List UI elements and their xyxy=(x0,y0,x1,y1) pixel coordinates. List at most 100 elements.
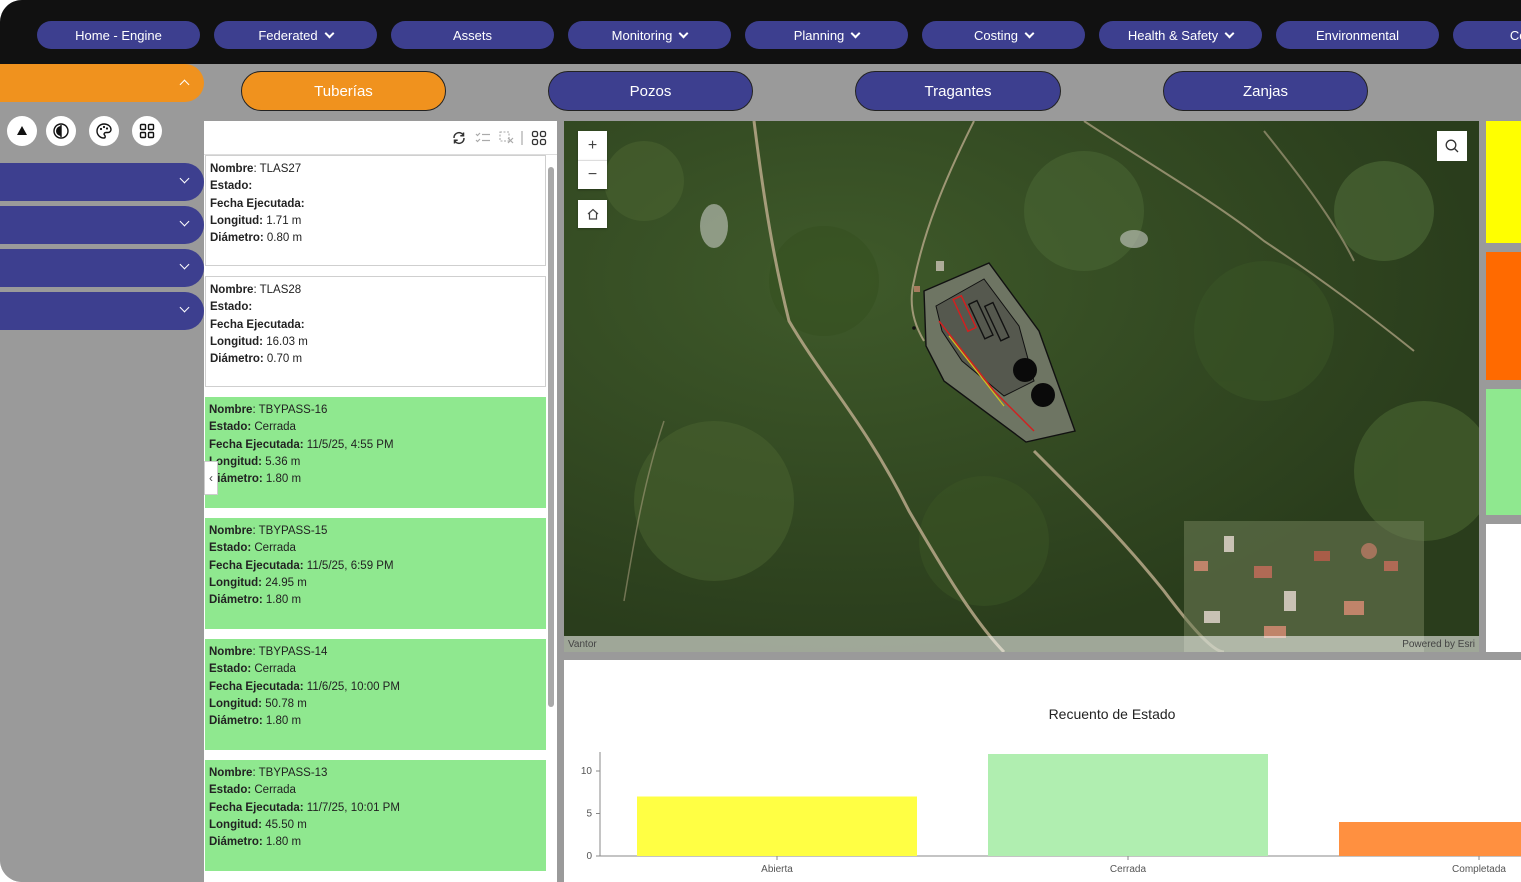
bar-completada[interactable] xyxy=(1339,822,1521,856)
field-label: Estado: xyxy=(210,301,253,314)
field-label: Estado: xyxy=(209,542,252,555)
sidebar xyxy=(0,64,204,882)
field-diametro: Diámetro: 1.80 m xyxy=(209,592,542,609)
list-item[interactable]: Nombre: TBYPASS-15 Estado: Cerrada Fecha E… xyxy=(205,518,546,629)
nav-planning[interactable]: Planning xyxy=(745,21,908,49)
nav-label: Environmental xyxy=(1315,27,1400,43)
field-label: Fecha Ejecutada: xyxy=(210,318,305,331)
zoom-in-button[interactable]: + xyxy=(578,131,607,160)
zoom-out-button[interactable]: − xyxy=(578,160,607,189)
field-longitud: Longitud: 5.36 m xyxy=(209,454,542,471)
field-value: 0.70 m xyxy=(266,353,303,366)
nav-health-safety[interactable]: Health & Safety xyxy=(1099,21,1262,49)
field-fecha: Fecha Ejecutada: 11/5/25, 6:59 PM xyxy=(209,558,542,575)
nav-label: Health & Safety xyxy=(1127,27,1219,43)
nav-label: Assets xyxy=(452,27,492,43)
nav-costing[interactable]: Costing xyxy=(922,21,1085,49)
field-diametro: Diámetro: 1.80 m xyxy=(209,471,542,488)
list-item[interactable]: Nombre: TBYPASS-16 Estado: Cerrada Fecha E… xyxy=(205,397,546,508)
map-search-button[interactable] xyxy=(1437,131,1467,161)
select-all-icon[interactable] xyxy=(474,128,492,148)
tab-tuberias[interactable]: Tuberías xyxy=(241,71,446,111)
tab-zanjas[interactable]: Zanjas xyxy=(1163,71,1368,111)
field-nombre: Nombre: TBYPASS-15 xyxy=(209,525,328,537)
nav-environmental[interactable]: Environmental xyxy=(1276,21,1439,49)
status-panel-abierta[interactable] xyxy=(1486,121,1521,243)
nav-contract[interactable]: Contract xyxy=(1453,21,1521,49)
field-label: Estado: xyxy=(209,663,252,676)
field-value: TLAS27 xyxy=(259,163,302,175)
refresh-icon[interactable] xyxy=(450,128,468,148)
attribution-powered-by: Powered by Esri xyxy=(1402,638,1475,650)
list-item[interactable]: Nombre: TBYPASS-13 Estado: Cerrada Fecha E… xyxy=(205,760,546,871)
clear-selection-icon[interactable] xyxy=(498,128,516,148)
status-panel-none[interactable] xyxy=(1486,524,1521,652)
status-panel-completada[interactable] xyxy=(1486,252,1521,380)
chevron-down-icon xyxy=(850,28,861,38)
field-fecha: Fecha Ejecutada: 11/6/25, 10:00 PM xyxy=(209,679,542,696)
list-toolbar xyxy=(204,121,557,155)
toolbar-divider xyxy=(520,128,524,148)
list-item[interactable]: Nombre: TBYPASS-14 Estado: Cerrada Fecha E… xyxy=(205,639,546,750)
field-label: Nombre xyxy=(209,525,253,537)
tab-tragantes[interactable]: Tragantes xyxy=(855,71,1061,111)
chevron-down-icon xyxy=(678,28,689,38)
field-label: Fecha Ejecutada: xyxy=(210,197,305,210)
field-value: 1.80 m xyxy=(265,473,302,486)
field-estado: Estado: Cerrada xyxy=(209,419,542,436)
field-value: 50.78 m xyxy=(265,697,307,710)
x-tick-label: Abierta xyxy=(761,864,793,875)
x-tick-label: Completada xyxy=(1452,864,1506,875)
bar-abierta[interactable] xyxy=(637,796,917,857)
field-value: 11/5/25, 6:59 PM xyxy=(306,559,394,572)
nav-label: Costing xyxy=(973,27,1019,43)
map-view[interactable]: + − Vantor Powered by Esri xyxy=(564,121,1479,652)
nav-monitoring[interactable]: Monitoring xyxy=(568,21,731,49)
field-label: Diámetro: xyxy=(209,594,263,607)
nav-federated[interactable]: Federated xyxy=(214,21,377,49)
field-value: 24.95 m xyxy=(265,576,307,589)
status-panel-cerrada[interactable] xyxy=(1486,389,1521,515)
sidebar-section-2[interactable] xyxy=(0,206,204,244)
list-item[interactable]: Nombre: TLAS27 Estado: Fecha Ejecutada: L… xyxy=(205,155,546,266)
sidebar-section-3[interactable] xyxy=(0,249,204,287)
field-value: 1.80 m xyxy=(265,594,302,607)
chevron-down-icon xyxy=(179,302,190,313)
sidebar-section-4[interactable] xyxy=(0,292,204,330)
field-label: Fecha Ejecutada: xyxy=(209,680,304,693)
tab-pozos[interactable]: Pozos xyxy=(548,71,753,111)
layout-icon[interactable] xyxy=(530,128,548,148)
record-list[interactable]: Nombre: TLAS27 Estado: Fecha Ejecutada: L… xyxy=(204,155,557,882)
sidebar-section-1[interactable] xyxy=(0,163,204,201)
field-longitud: Longitud: 24.95 m xyxy=(209,575,542,592)
nav-label: Home - Engine xyxy=(75,27,162,43)
triangle-icon[interactable] xyxy=(7,116,37,146)
field-label: Estado: xyxy=(209,421,252,434)
field-label: Diámetro: xyxy=(210,353,264,366)
nav-label: Federated xyxy=(258,27,318,43)
field-value: 1.71 m xyxy=(266,214,302,227)
field-nombre: Nombre: TBYPASS-16 xyxy=(209,404,328,416)
list-scrollbar[interactable] xyxy=(548,167,554,707)
list-item[interactable]: Nombre: TLAS28 Estado: Fecha Ejecutada: L… xyxy=(205,276,546,387)
chevron-left-icon: ‹ xyxy=(209,471,213,485)
nav-home-engine[interactable]: Home - Engine xyxy=(37,21,200,49)
nav-assets[interactable]: Assets xyxy=(391,21,554,49)
field-label: Nombre xyxy=(209,767,253,779)
field-estado: Estado: Cerrada xyxy=(209,661,542,678)
home-button[interactable] xyxy=(578,200,607,228)
field-label: Fecha Ejecutada: xyxy=(209,438,304,451)
chevron-down-icon xyxy=(179,216,190,227)
field-value: Cerrada xyxy=(254,542,296,555)
field-value: 45.50 m xyxy=(265,818,307,831)
field-fecha: Fecha Ejecutada: xyxy=(210,317,541,334)
bar-cerrada[interactable] xyxy=(988,754,1268,856)
sidebar-header-toggle[interactable] xyxy=(0,64,204,102)
grid-icon[interactable] xyxy=(132,116,162,146)
compass-icon[interactable] xyxy=(46,116,76,146)
field-value: 0.80 m xyxy=(266,232,303,245)
tab-label: Zanjas xyxy=(1242,82,1289,100)
palette-icon[interactable] xyxy=(89,116,119,146)
collapse-panel-handle[interactable]: ‹ xyxy=(204,461,218,495)
field-label: Diámetro: xyxy=(209,715,263,728)
